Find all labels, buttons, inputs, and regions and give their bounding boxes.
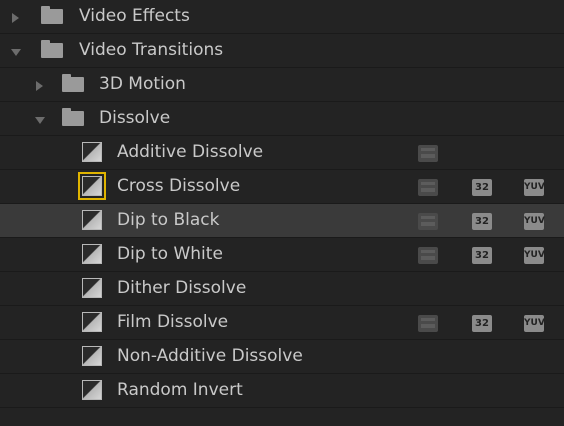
transition-icon <box>82 278 102 298</box>
yuv-icon: YUV <box>524 247 545 264</box>
transition-additive-dissolve[interactable]: Additive Dissolve <box>0 136 564 170</box>
transition-icon <box>82 210 102 230</box>
transition-label: Dip to Black <box>117 210 220 230</box>
transition-film-dissolve[interactable]: Film Dissolve 32 YUV <box>0 306 564 340</box>
yuv-icon: YUV <box>524 213 545 230</box>
folder-icon <box>62 74 84 92</box>
transition-icon <box>82 312 102 332</box>
accelerated-effect-icon <box>418 247 438 264</box>
transition-label: Dither Dissolve <box>117 278 247 298</box>
accelerated-effect-icon <box>418 213 438 230</box>
collapse-arrow-icon[interactable] <box>35 117 45 124</box>
transition-dip-to-black[interactable]: Dip to Black 32 YUV <box>0 204 564 238</box>
tree-item-label: Video Transitions <box>79 40 224 60</box>
transition-cross-dissolve[interactable]: Cross Dissolve 32 YUV <box>0 170 564 204</box>
yuv-icon: YUV <box>524 179 545 196</box>
folder-icon <box>62 108 84 126</box>
tree-item-dissolve[interactable]: Dissolve <box>0 102 564 136</box>
transition-label: Dip to White <box>117 244 223 264</box>
yuv-icon: YUV <box>524 315 545 332</box>
32-bit-color-icon: 32 <box>472 179 492 196</box>
transition-icon <box>82 380 102 400</box>
accelerated-effect-icon <box>418 179 438 196</box>
32-bit-color-icon: 32 <box>472 247 492 264</box>
transition-dip-to-white[interactable]: Dip to White 32 YUV <box>0 238 564 272</box>
collapse-arrow-icon[interactable] <box>11 49 21 56</box>
transition-icon <box>82 142 102 162</box>
transition-icon <box>82 176 102 196</box>
folder-icon <box>41 40 63 58</box>
transition-icon <box>82 346 102 366</box>
32-bit-color-icon: 32 <box>472 213 492 230</box>
tree-item-label: 3D Motion <box>99 74 186 94</box>
transition-label: Film Dissolve <box>117 312 229 332</box>
expand-arrow-icon[interactable] <box>12 13 19 23</box>
tree-item-label: Dissolve <box>99 108 171 128</box>
transition-icon <box>82 244 102 264</box>
transition-dither-dissolve[interactable]: Dither Dissolve <box>0 272 564 306</box>
accelerated-effect-icon <box>418 145 438 162</box>
transition-non-additive-dissolve[interactable]: Non-Additive Dissolve <box>0 340 564 374</box>
tree-item-video-transitions[interactable]: Video Transitions <box>0 34 564 68</box>
tree-item-video-effects[interactable]: Video Effects <box>0 0 564 34</box>
transition-label: Random Invert <box>117 380 243 400</box>
transition-label: Additive Dissolve <box>117 142 264 162</box>
tree-item-3d-motion[interactable]: 3D Motion <box>0 68 564 102</box>
transition-random-invert[interactable]: Random Invert <box>0 374 564 408</box>
tree-item-label: Video Effects <box>79 6 190 26</box>
expand-arrow-icon[interactable] <box>36 81 43 91</box>
accelerated-effect-icon <box>418 315 438 332</box>
transition-label: Cross Dissolve <box>117 176 241 196</box>
effects-panel: Video Effects Video Transitions 3D Motio… <box>0 0 564 426</box>
transition-label: Non-Additive Dissolve <box>117 346 303 366</box>
32-bit-color-icon: 32 <box>472 315 492 332</box>
folder-icon <box>41 6 63 24</box>
